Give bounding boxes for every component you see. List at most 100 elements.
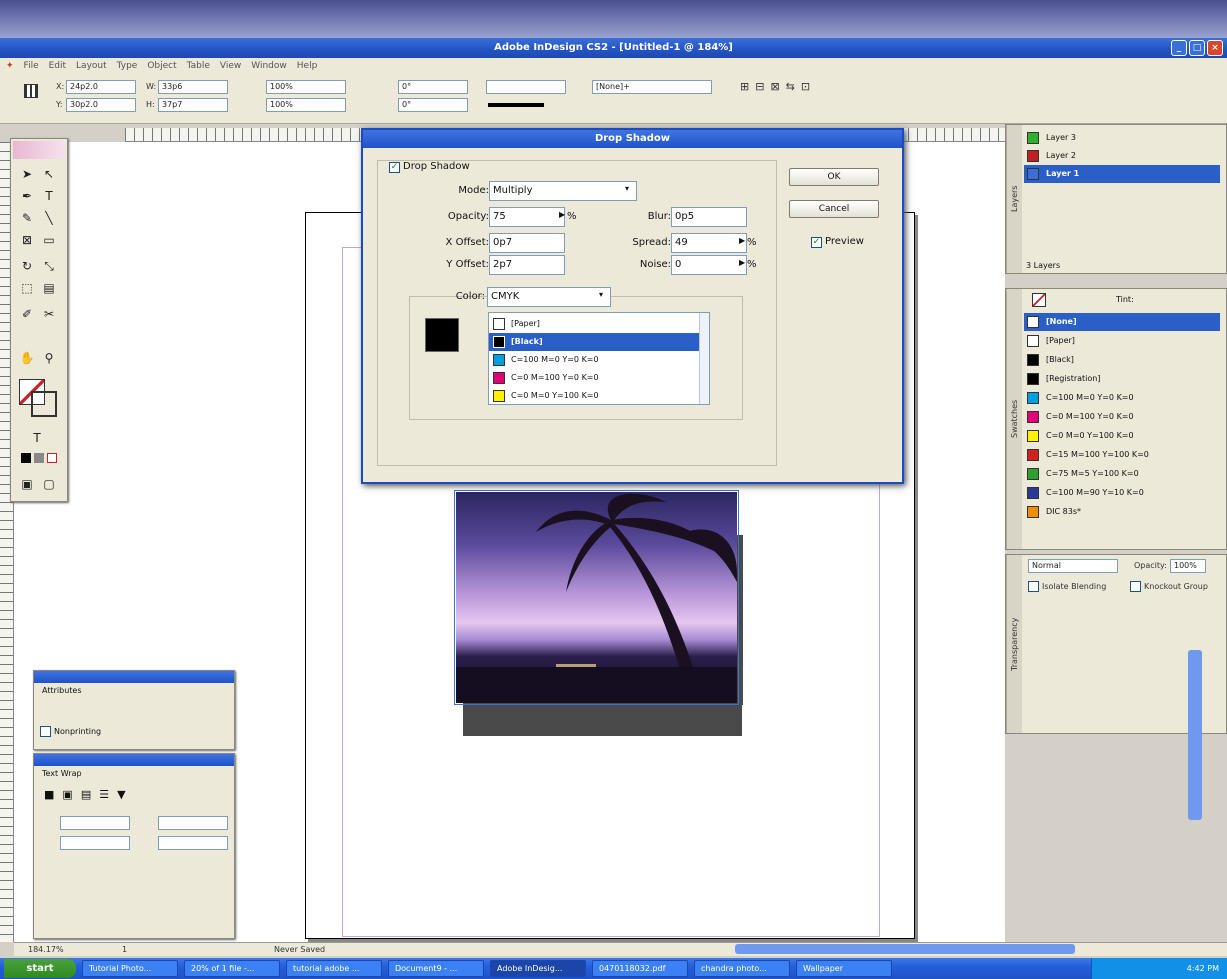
opacity-field[interactable]: 100%	[1170, 559, 1206, 573]
taskbar-item[interactable]: Adobe InDesig...	[490, 960, 586, 977]
distribute-icon[interactable]: ⊟	[755, 80, 764, 114]
zoom-tool-icon[interactable]: ⚲	[39, 349, 59, 367]
shear-field[interactable]: 0°	[398, 98, 468, 112]
layer-row[interactable]: Layer 1	[1024, 165, 1220, 183]
blend-mode-select[interactable]: Normal	[1028, 559, 1118, 573]
align-icon[interactable]: ⊠	[770, 80, 779, 114]
isolate-blending-checkbox[interactable]	[1028, 581, 1039, 592]
right-offset-field[interactable]	[158, 836, 228, 850]
stroke-swatch-icon[interactable]	[31, 391, 57, 417]
selection-tool-icon[interactable]: ➤	[17, 165, 37, 183]
pencil-tool-icon[interactable]: ✎	[17, 209, 37, 227]
direct-selection-tool-icon[interactable]: ↖	[39, 165, 59, 183]
h-field[interactable]: 37p7	[158, 98, 228, 112]
zoom-level[interactable]: 184.17%	[28, 943, 64, 957]
scale-tool-icon[interactable]: ⤡	[39, 257, 59, 275]
taskbar-item[interactable]: Tutorial Photo...	[82, 960, 178, 977]
ok-button[interactable]: OK	[789, 168, 879, 186]
jump-column-icon[interactable]: ▼	[117, 788, 125, 801]
swatch-row[interactable]: C=100 M=0 Y=0 K=0	[1024, 389, 1220, 407]
menu-table[interactable]: Table	[187, 61, 210, 71]
apply-color-icon[interactable]	[21, 453, 31, 463]
layers-tab[interactable]: Layers	[1006, 125, 1022, 273]
wrap-bounding-box-icon[interactable]: ▣	[62, 788, 72, 801]
pen-tool-icon[interactable]: ✒	[17, 187, 37, 205]
layer-row[interactable]: Layer 3	[1024, 129, 1220, 147]
slider-arrow-icon[interactable]: ▶	[739, 258, 745, 267]
page-number[interactable]: 1	[122, 943, 127, 957]
maximize-button[interactable]: □	[1189, 40, 1205, 56]
preview-checkbox[interactable]: ✓	[811, 237, 822, 248]
object-style-select[interactable]: [None]+	[592, 80, 712, 94]
spread-field[interactable]: 49	[671, 233, 747, 253]
mode-select[interactable]: Multiply	[489, 181, 637, 201]
gradient-tool-icon[interactable]: ▤	[39, 279, 59, 297]
list-item[interactable]: [Paper]	[489, 315, 699, 333]
reference-point-icon[interactable]	[24, 84, 38, 98]
swatch-row[interactable]: DIC 83s*	[1024, 503, 1220, 521]
slider-arrow-icon[interactable]: ▶	[559, 210, 565, 219]
x-field[interactable]: 24p2.0	[66, 80, 136, 94]
swatch-row[interactable]: C=0 M=0 Y=100 K=0	[1024, 427, 1220, 445]
y-offset-field[interactable]: 2p7	[489, 255, 565, 275]
horizontal-scrollbar-thumb[interactable]	[735, 944, 1075, 954]
swatch-row[interactable]: C=100 M=90 Y=10 K=0	[1024, 484, 1220, 502]
menu-object[interactable]: Object	[147, 61, 176, 71]
scale-y-field[interactable]: 100%	[266, 98, 346, 112]
top-offset-field[interactable]	[60, 816, 130, 830]
type-tool-icon[interactable]: T	[39, 187, 59, 205]
scale-x-field[interactable]: 100%	[266, 80, 346, 94]
start-button[interactable]: start	[4, 959, 76, 978]
noise-field[interactable]: 0	[671, 255, 747, 275]
free-transform-tool-icon[interactable]: ⬚	[17, 279, 37, 297]
swatch-row[interactable]: [None]	[1024, 313, 1220, 331]
normal-view-icon[interactable]: ▣	[17, 475, 37, 493]
minimize-button[interactable]: _	[1171, 40, 1187, 56]
transparency-tab[interactable]: Transparency	[1006, 555, 1022, 733]
left-offset-field[interactable]	[158, 816, 228, 830]
rotate-field[interactable]: 0°	[398, 80, 468, 94]
taskbar-item[interactable]: Document9 - ...	[388, 960, 484, 977]
menu-edit[interactable]: Edit	[49, 61, 66, 71]
vertical-scrollbar-thumb[interactable]	[1188, 650, 1202, 820]
taskbar-item[interactable]: 0470118032.pdf	[592, 960, 688, 977]
close-button[interactable]: ×	[1207, 40, 1223, 56]
slider-arrow-icon[interactable]: ▶	[739, 236, 745, 245]
menu-window[interactable]: Window	[251, 61, 287, 71]
line-tool-icon[interactable]: ╲	[39, 209, 59, 227]
flip-icon[interactable]: ⇆	[786, 80, 795, 114]
swatch-row[interactable]: C=75 M=5 Y=100 K=0	[1024, 465, 1220, 483]
y-field[interactable]: 30p2.0	[66, 98, 136, 112]
align-icon[interactable]: ⊞	[740, 80, 749, 114]
eyedropper-tool-icon[interactable]: ✐	[17, 305, 37, 323]
nonprinting-checkbox[interactable]	[40, 726, 51, 737]
taskbar-item[interactable]: Wallpaper	[796, 960, 892, 977]
swatch-row[interactable]: [Registration]	[1024, 370, 1220, 388]
taskbar-item[interactable]: chandra photo...	[694, 960, 790, 977]
x-offset-field[interactable]: 0p7	[489, 233, 565, 253]
layer-row[interactable]: Layer 2	[1024, 147, 1220, 165]
swatch-row[interactable]: C=15 M=100 Y=100 K=0	[1024, 446, 1220, 464]
swatch-row[interactable]: [Paper]	[1024, 332, 1220, 350]
opacity-field[interactable]: 75	[489, 207, 565, 227]
color-mode-select[interactable]: CMYK	[487, 287, 611, 307]
menu-layout[interactable]: Layout	[76, 61, 107, 71]
wrap-object-shape-icon[interactable]: ▤	[81, 788, 91, 801]
dialog-swatch-list[interactable]: [Paper] [Black] C=100 M=0 Y=0 K=0 C=0 M=…	[488, 312, 710, 405]
taskbar-item[interactable]: tutorial adobe ...	[286, 960, 382, 977]
menu-help[interactable]: Help	[297, 61, 318, 71]
list-item[interactable]: C=0 M=0 Y=100 K=0	[489, 387, 699, 405]
drop-shadow-checkbox[interactable]: ✓	[389, 162, 400, 173]
formatting-affects-text-icon[interactable]: T	[27, 429, 47, 447]
list-item[interactable]: [Black]	[489, 333, 699, 351]
menu-type[interactable]: Type	[117, 61, 138, 71]
stroke-line-icon[interactable]	[488, 103, 544, 107]
hand-tool-icon[interactable]: ✋	[17, 349, 37, 367]
list-scrollbar[interactable]	[699, 313, 709, 404]
rectangle-tool-icon[interactable]: ▭	[39, 231, 59, 249]
knockout-group-checkbox[interactable]	[1130, 581, 1141, 592]
list-item[interactable]: C=100 M=0 Y=0 K=0	[489, 351, 699, 369]
jump-object-icon[interactable]: ☰	[99, 788, 109, 801]
rectangle-frame-tool-icon[interactable]: ⊠	[17, 231, 37, 249]
attributes-tab[interactable]: Attributes	[42, 686, 82, 695]
